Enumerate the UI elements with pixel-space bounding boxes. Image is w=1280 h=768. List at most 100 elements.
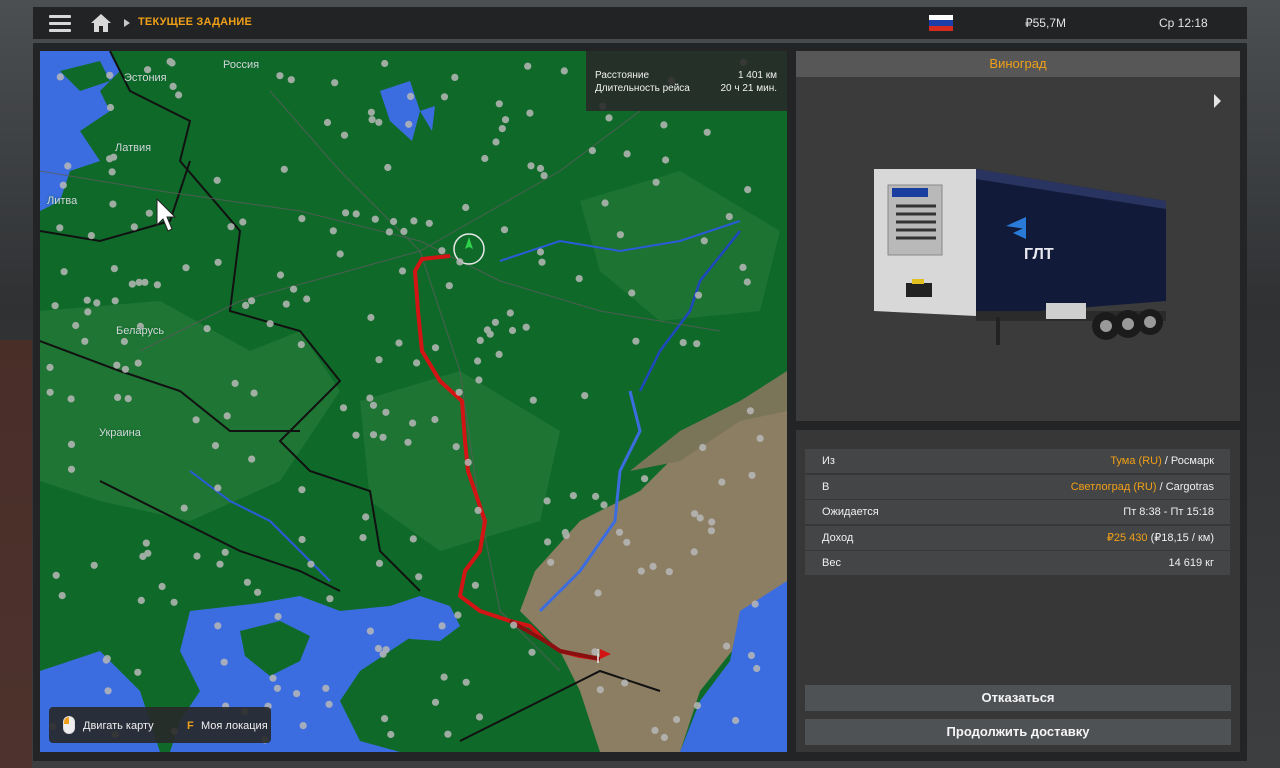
city-dot xyxy=(104,687,112,695)
city-dot xyxy=(431,698,440,706)
city-dot xyxy=(59,181,67,189)
city-dot xyxy=(367,313,375,322)
from-city: Тума (RU) xyxy=(1110,455,1162,467)
city-dot xyxy=(274,612,282,621)
city-dot xyxy=(751,600,759,608)
weight-value: 14 619 кг xyxy=(1168,557,1214,569)
city-dot xyxy=(679,339,687,347)
city-dot xyxy=(369,431,378,439)
next-trailer-icon[interactable] xyxy=(1214,94,1221,108)
city-dot xyxy=(216,560,224,568)
income-rate: (₽18,15 / км) xyxy=(1147,532,1214,544)
city-dot xyxy=(211,442,220,450)
map-label-ukraine: Украина xyxy=(99,427,141,439)
distance-label: Расстояние xyxy=(595,70,650,81)
city-dot xyxy=(326,595,334,603)
city-dot xyxy=(491,318,499,326)
city-dot xyxy=(214,484,222,492)
city-dot xyxy=(628,289,636,297)
city-dot xyxy=(560,67,568,75)
city-dot xyxy=(527,162,535,170)
city-dot xyxy=(368,116,376,124)
breadcrumb-arrow-icon xyxy=(124,19,130,27)
decline-button[interactable]: Отказаться xyxy=(805,685,1231,711)
city-dot xyxy=(616,231,625,239)
city-dot xyxy=(464,458,472,466)
city-dot xyxy=(340,131,349,139)
city-dot xyxy=(276,271,285,279)
city-dot xyxy=(438,247,446,255)
city-dot xyxy=(707,527,716,535)
menu-icon[interactable] xyxy=(49,13,71,33)
city-dot xyxy=(732,716,740,725)
map-hints: Двигать карту F Моя локация xyxy=(49,707,271,743)
city-dot xyxy=(175,91,183,99)
city-dot xyxy=(581,392,589,400)
city-dot xyxy=(404,438,412,446)
city-dot xyxy=(600,501,608,509)
income-label: Доход xyxy=(822,532,854,544)
map-canvas[interactable] xyxy=(40,51,787,752)
city-dot xyxy=(273,684,281,692)
detail-row-to: В Светлоград (RU) / Cargotras xyxy=(805,475,1230,499)
city-dot xyxy=(144,549,152,557)
city-dot xyxy=(359,534,367,542)
city-dot xyxy=(134,668,142,676)
city-dot xyxy=(297,341,305,349)
city-dot xyxy=(641,475,649,483)
city-dot xyxy=(725,213,733,221)
expected-label: Ожидается xyxy=(822,506,879,518)
city-dot xyxy=(293,690,301,698)
city-dot xyxy=(445,282,453,290)
city-dot xyxy=(455,388,463,396)
city-dot xyxy=(223,412,231,420)
city-dot xyxy=(109,200,117,208)
continue-delivery-button[interactable]: Продолжить доставку xyxy=(805,719,1231,745)
city-dot xyxy=(192,416,200,424)
city-dot xyxy=(250,389,258,397)
city-dot xyxy=(601,199,609,207)
city-dot xyxy=(594,589,602,597)
city-dot xyxy=(303,295,311,303)
route-info-panel: Расстояние 1 401 км Длительность рейса 2… xyxy=(586,51,787,111)
city-dot xyxy=(141,278,149,286)
city-dot xyxy=(400,227,408,235)
city-dot xyxy=(134,359,142,367)
city-dot xyxy=(382,408,390,416)
city-dot xyxy=(699,443,707,452)
detail-row-income: Доход ₽25 430 (₽18,15 / км) xyxy=(805,526,1230,550)
city-dot xyxy=(440,673,448,681)
city-dot xyxy=(182,264,190,272)
route-map[interactable]: Эстония Россия Латвия Литва Беларусь Укр… xyxy=(40,51,787,752)
city-dot xyxy=(415,573,423,581)
city-dot xyxy=(56,73,64,81)
city-dot xyxy=(153,281,161,289)
city-dot xyxy=(114,393,122,401)
city-dot xyxy=(120,337,128,346)
city-dot xyxy=(102,656,110,664)
city-dot xyxy=(90,561,98,569)
city-dot xyxy=(81,337,89,345)
city-dot xyxy=(615,528,624,536)
city-dot xyxy=(708,518,716,526)
city-dot xyxy=(495,350,503,358)
money-balance: ₽55,7M xyxy=(1025,16,1066,30)
city-dot xyxy=(743,278,751,286)
detail-row-weight: Вес 14 619 кг xyxy=(805,551,1230,575)
my-location-hint[interactable]: Моя локация xyxy=(201,720,268,732)
city-dot xyxy=(529,396,537,404)
home-icon[interactable] xyxy=(90,13,112,33)
city-dot xyxy=(660,121,668,129)
city-dot xyxy=(128,280,136,288)
city-dot xyxy=(269,674,277,682)
city-dot xyxy=(298,215,306,223)
city-dot xyxy=(475,376,483,384)
move-map-hint: Двигать карту xyxy=(83,720,154,732)
city-dot xyxy=(307,560,315,568)
city-dot xyxy=(462,203,470,212)
income-value: ₽25 430 xyxy=(1106,532,1148,544)
city-dot xyxy=(67,440,76,448)
city-dot xyxy=(753,664,761,673)
city-dot xyxy=(142,539,150,547)
city-dot xyxy=(276,72,284,80)
